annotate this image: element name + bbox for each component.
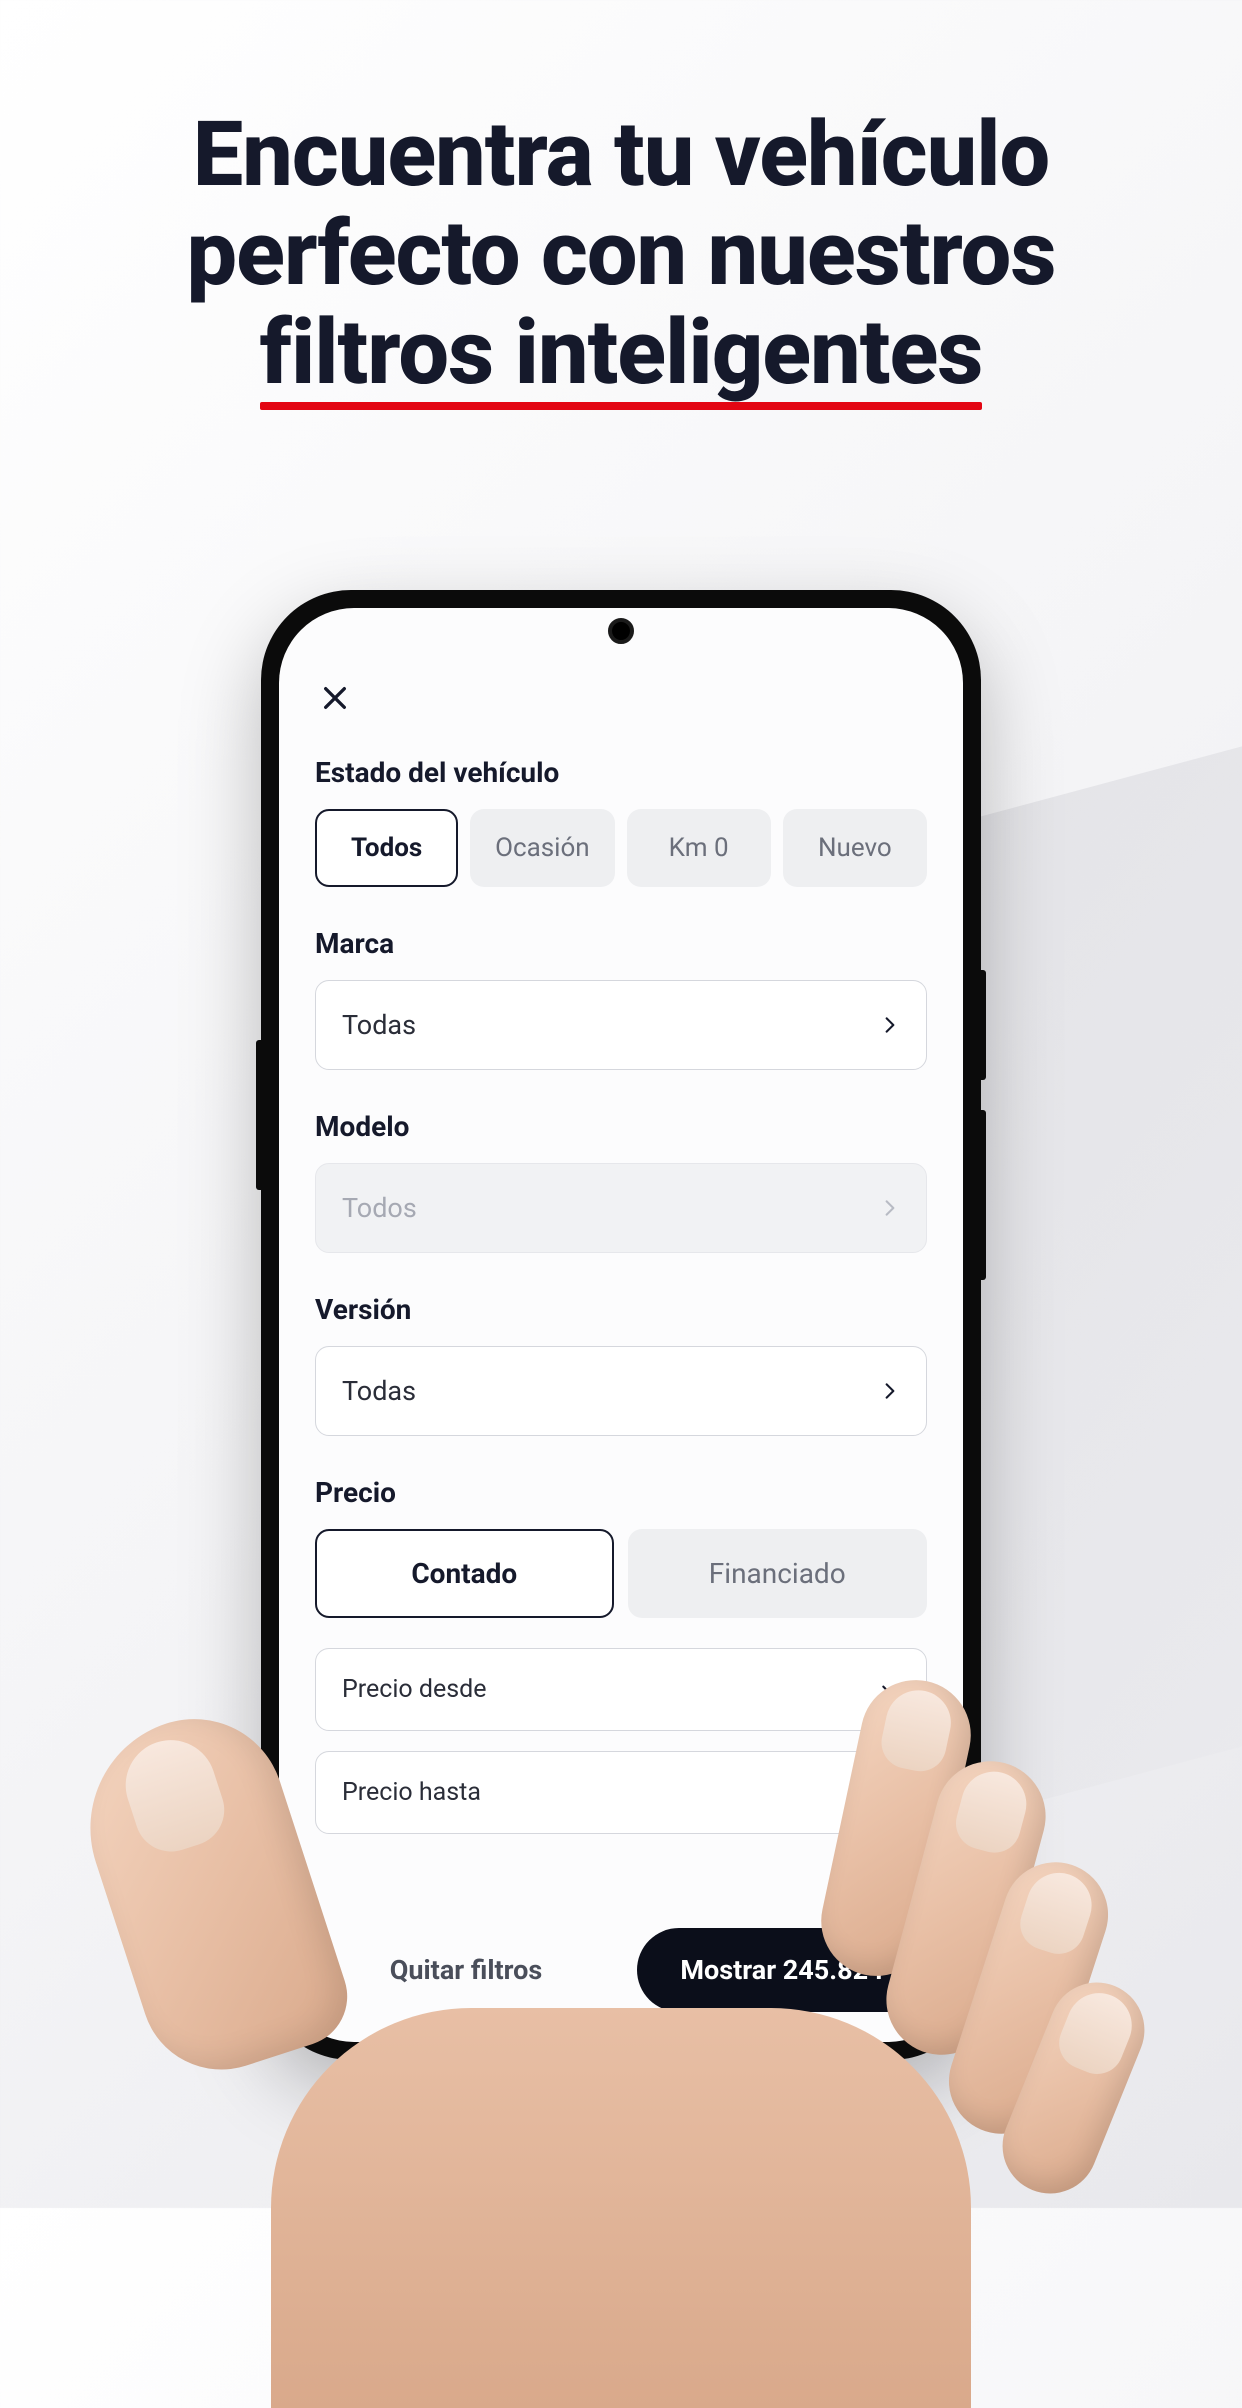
precio-label: Precio	[315, 1476, 927, 1509]
precio-desde-label: Precio desde	[342, 1675, 487, 1704]
chevron-right-icon	[880, 1381, 900, 1401]
estado-options: Todos Ocasión Km 0 Nuevo	[315, 809, 927, 887]
headline-line2: perfecto con nuestros	[186, 201, 1055, 306]
headline-line1: Encuentra tu vehículo	[193, 102, 1050, 207]
estado-label: Estado del vehículo	[315, 756, 927, 789]
close-icon	[321, 684, 349, 712]
modelo-select: Todos	[315, 1163, 927, 1253]
estado-chip-nuevo[interactable]: Nuevo	[783, 809, 927, 887]
phone-power-button	[981, 1110, 986, 1280]
version-value: Todas	[342, 1375, 416, 1407]
estado-chip-km0[interactable]: Km 0	[627, 809, 771, 887]
precio-tab-contado[interactable]: Contado	[315, 1529, 614, 1618]
filter-screen: Estado del vehículo Todos Ocasión Km 0 N…	[279, 608, 963, 2042]
phone-frame: Estado del vehículo Todos Ocasión Km 0 N…	[261, 590, 981, 2060]
precio-hasta-label: Precio hasta	[342, 1778, 481, 1807]
phone-side-button	[256, 1040, 261, 1190]
estado-chip-todos[interactable]: Todos	[315, 809, 458, 887]
chevron-right-icon	[880, 1198, 900, 1218]
marca-value: Todas	[342, 1009, 416, 1041]
estado-chip-ocasion[interactable]: Ocasión	[470, 809, 614, 887]
version-select[interactable]: Todas	[315, 1346, 927, 1436]
marca-label: Marca	[315, 927, 927, 960]
precio-desde-select[interactable]: Precio desde	[315, 1648, 927, 1731]
marca-select[interactable]: Todas	[315, 980, 927, 1070]
phone-screen: Estado del vehículo Todos Ocasión Km 0 N…	[279, 608, 963, 2042]
modelo-label: Modelo	[315, 1110, 927, 1143]
precio-tabs: Contado Financiado	[315, 1529, 927, 1618]
headline-line3: filtros inteligentes	[260, 303, 983, 402]
phone-mockup: Estado del vehículo Todos Ocasión Km 0 N…	[261, 590, 981, 2060]
filter-footer: Quitar filtros Mostrar 245.824	[315, 1908, 927, 2012]
close-button[interactable]	[315, 678, 355, 718]
chevron-down-icon	[880, 1783, 900, 1803]
phone-volume-button	[981, 970, 986, 1080]
version-label: Versión	[315, 1293, 927, 1326]
clear-filters-button[interactable]: Quitar filtros	[315, 1928, 617, 2012]
precio-tab-financiado[interactable]: Financiado	[628, 1529, 928, 1618]
modelo-value: Todos	[342, 1192, 417, 1224]
promo-headline: Encuentra tu vehículo perfecto con nuest…	[0, 0, 1242, 402]
phone-camera-notch	[608, 618, 634, 644]
chevron-right-icon	[880, 1015, 900, 1035]
show-results-button[interactable]: Mostrar 245.824	[637, 1928, 927, 2012]
chevron-down-icon	[880, 1680, 900, 1700]
precio-hasta-select[interactable]: Precio hasta	[315, 1751, 927, 1834]
